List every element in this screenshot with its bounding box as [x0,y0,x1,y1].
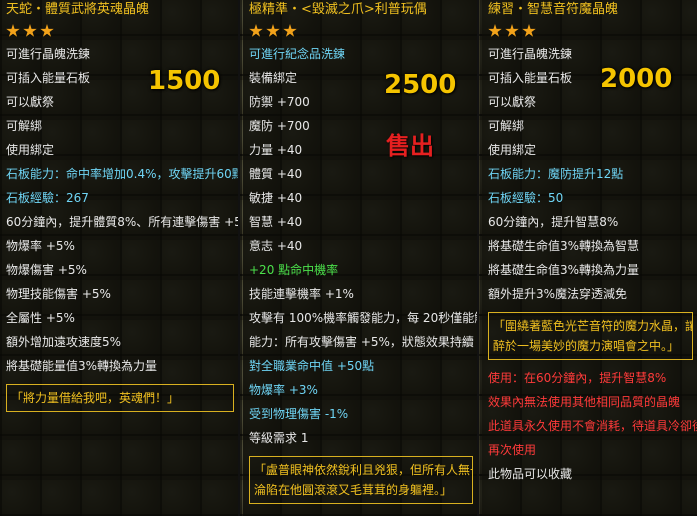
attribute-line: 使用：在60分鐘內，提升智慧8% [488,371,667,385]
item-flavor-text: 「圍繞著藍色光芒音符的魔力水晶，讓人 醉於一場美妙的魔力演唱會之中。」 [488,312,693,360]
attribute-line: 全屬性 +5% [6,311,75,325]
price-label-2: 2500 [384,70,457,100]
attribute-line: 對全職業命中值 +50點 [249,359,375,373]
star-icon [522,24,536,37]
item-stars [249,20,477,42]
attribute-line: 可進行晶魄洗鍊 [6,47,91,61]
flavor-line: 「盧普眼神依然銳利且兇狠，但所有人無一不 [254,463,473,477]
attribute-line: +20 點命中機率 [249,263,339,277]
attribute-line: 60分鐘內，提升智慧8% [488,215,619,229]
attribute-line: 將基礎生命值3%轉換為力量 [488,263,640,277]
attribute-line: 物理技能傷害 +5% [6,287,111,301]
attribute-line: 此物品可以收藏 [488,467,573,481]
item-title: 極精準・<毀滅之爪>利普玩偶 [249,2,427,17]
attribute-line: 石板能力：魔防提升12點 [488,167,624,181]
attribute-line: 此道具永久使用不會消耗，待道具冷卻後 [488,419,697,433]
attribute-line: 受到物理傷害 -1% [249,407,349,421]
attribute-line: 能力：所有攻擊傷害 +5%，狀態效果持續 5秒 [249,335,477,349]
attribute-line: 60分鐘內，提升體質8%、所有連擊傷害 +5% [6,215,238,229]
attribute-line: 可解綁 [6,119,43,133]
attribute-line: 體質 +40 [249,167,303,181]
attribute-line: 可解綁 [488,119,525,133]
item-flavor-text: 「盧普眼神依然銳利且兇狠，但所有人無一不 淪陷在他圓滾滾又毛茸茸的身軀裡。」 [249,456,473,504]
attribute-line: 魔防 +700 [249,119,310,133]
attribute-line: 意志 +40 [249,239,303,253]
item-stars [488,20,697,42]
star-icon [249,24,263,37]
star-icon [505,24,519,37]
attribute-line: 效果內無法使用其他相同品質的晶魄 [488,395,681,409]
attribute-line: 攻擊有 100%機率觸發能力，每 20秒僅能觸發 [249,311,477,325]
attribute-line: 將基礎能量值3%轉換為力量 [6,359,158,373]
price-label-1: 1500 [148,66,221,96]
attribute-line: 額外提升3%魔法穿透減免 [488,287,628,301]
attribute-line: 使用綁定 [488,143,537,157]
star-icon [23,24,37,37]
price-label-3: 2000 [600,64,673,94]
attribute-line: 物爆率 +3% [249,383,318,397]
star-icon [488,24,502,37]
item-attributes: 可進行紀念品洗鍊 裝備綁定 防禦 +700 魔防 +700 力量 +40 體質 +40 敏捷… [249,42,477,450]
item-flavor-text: 「將力量借給我吧，英魂們！」 [6,384,234,412]
attribute-line: 可進行晶魄洗鍊 [488,47,573,61]
flavor-line: 「圍繞著藍色光芒音符的魔力水晶，讓人 [493,319,693,333]
star-icon [6,24,20,37]
attribute-line: 將基礎生命值3%轉換為智慧 [488,239,640,253]
star-icon [40,24,54,37]
attribute-line: 技能連擊機率 +1% [249,287,354,301]
attribute-line: 可進行紀念品洗鍊 [249,47,346,61]
item-usage: 使用：在60分鐘內，提升智慧8% 效果內無法使用其他相同品質的晶魄此道具永久使用不… [488,366,697,486]
flavor-line: 醉於一場美妙的魔力演唱會之中。」 [493,339,680,353]
attribute-line: 石板經驗：267 [6,191,89,205]
attribute-line: 智慧 +40 [249,215,303,229]
item-title: 天蛇・體質武將英魂晶魄 [6,2,150,17]
attribute-line: 使用綁定 [6,143,55,157]
flavor-line: 淪陷在他圓滾滾又毛茸茸的身軀裡。」 [254,483,453,497]
attribute-line: 敏捷 +40 [249,191,303,205]
item-title: 練習・智慧音符魔晶魄 [488,2,619,17]
item-stars [6,20,238,42]
attribute-line: 額外增加遠攻速度5% [6,335,122,349]
attribute-line: 石板經驗：50 [488,191,564,205]
attribute-line: 力量 +40 [249,143,303,157]
sold-label: 售出 [386,132,434,160]
attribute-line: 物爆傷害 +5% [6,263,87,277]
star-icon [266,24,280,37]
attribute-line: 等級需求 1 [249,431,309,445]
attribute-line: 再次使用 [488,443,537,457]
star-icon [283,24,297,37]
attribute-line: 物爆率 +5% [6,239,75,253]
attribute-line: 石板能力：命中率增加0.4%，攻擊提升60點 [6,167,238,181]
